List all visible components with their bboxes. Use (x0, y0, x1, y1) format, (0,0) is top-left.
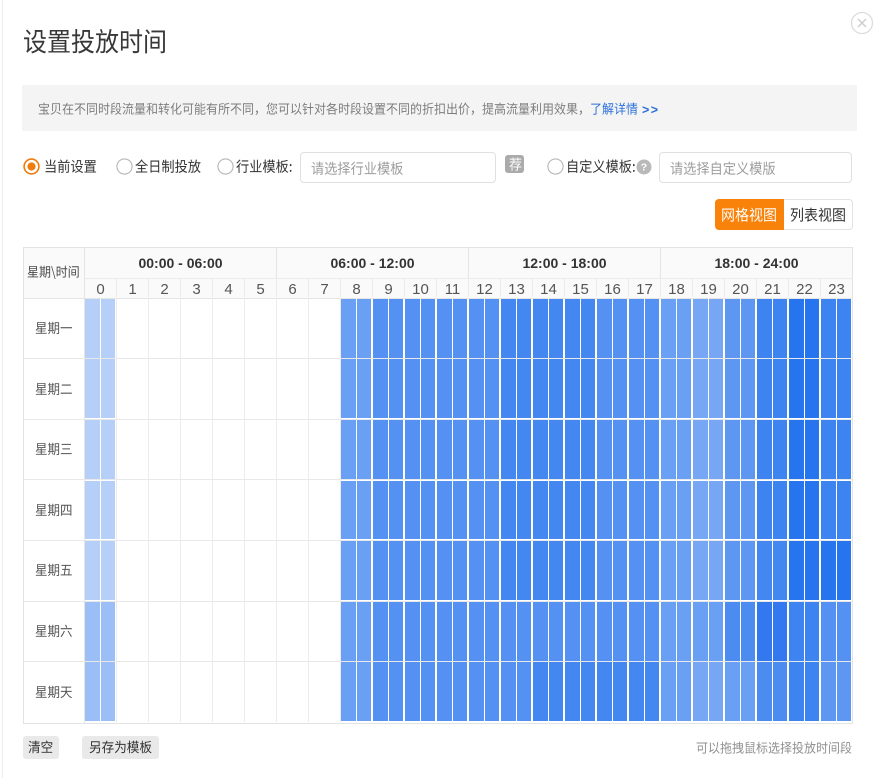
svg-text:?: ? (641, 162, 647, 174)
